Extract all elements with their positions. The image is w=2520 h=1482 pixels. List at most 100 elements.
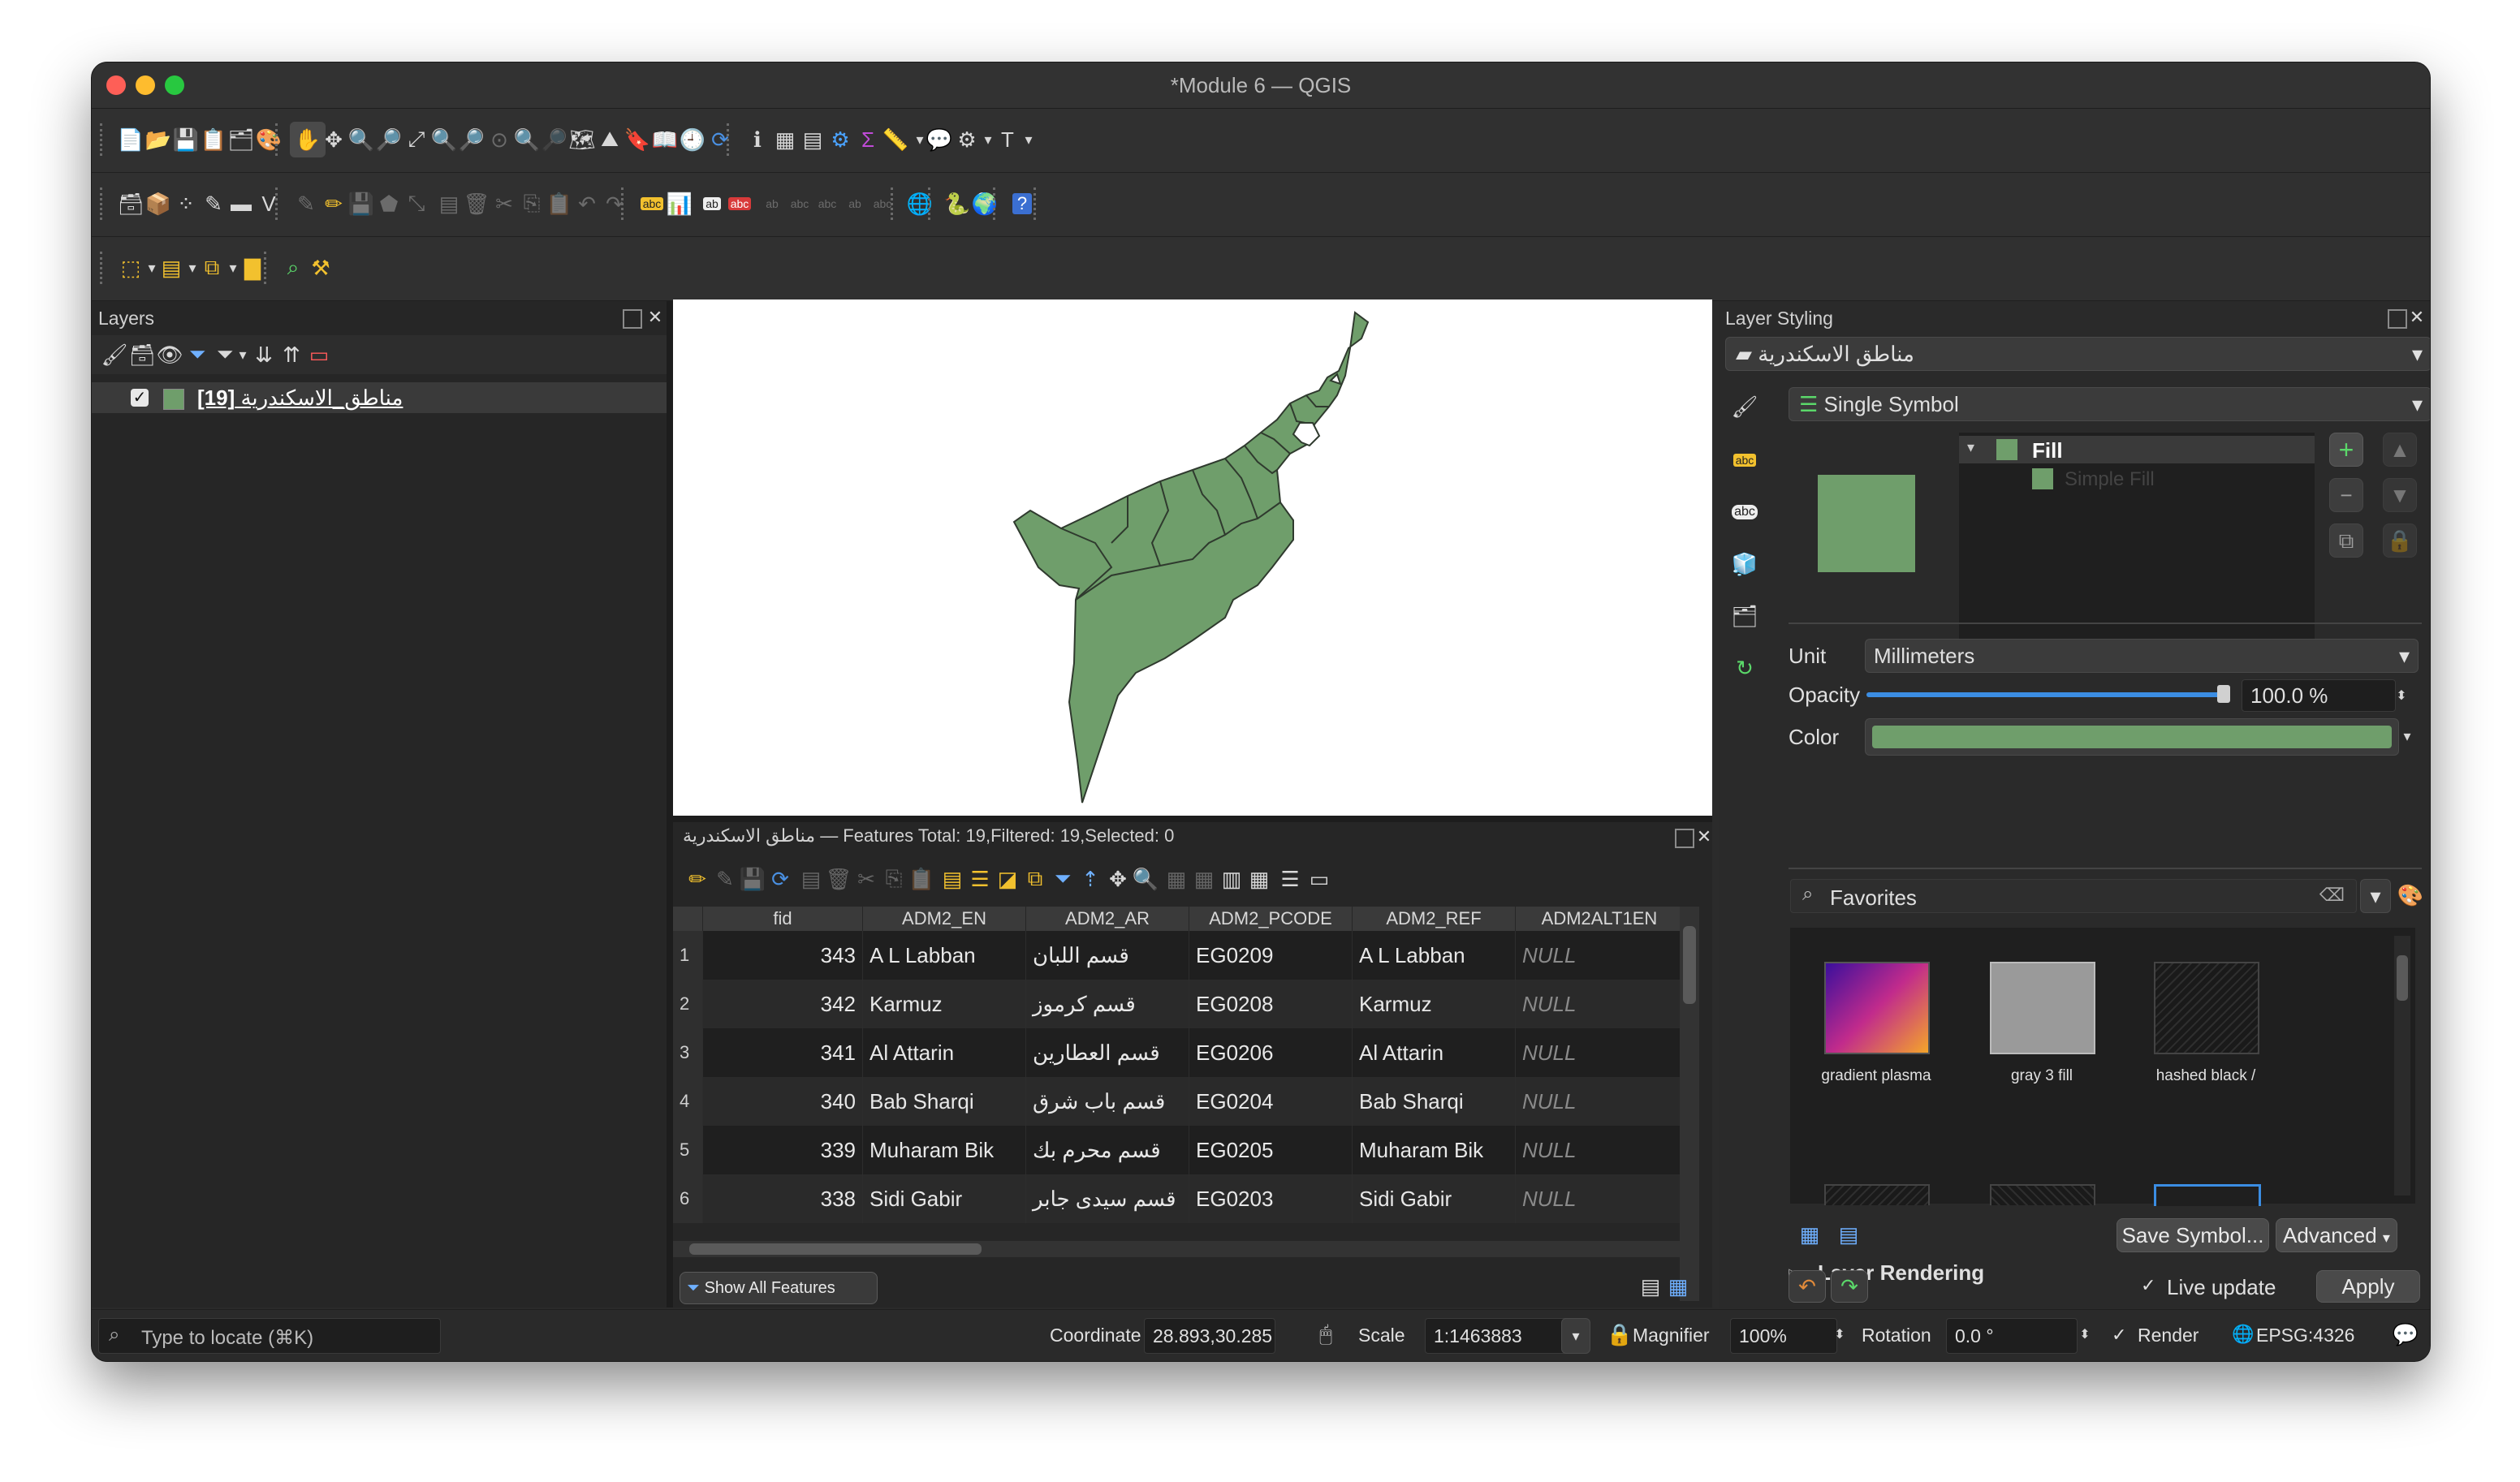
cell-adm2-pcode[interactable]: EG0204 (1189, 1077, 1353, 1126)
cell-adm2-ar[interactable]: قسم باب شرق (1025, 1077, 1189, 1126)
toolbar-grip[interactable] (275, 123, 283, 156)
row-number[interactable]: 5 (673, 1126, 703, 1174)
cell-adm2-pcode[interactable]: EG0205 (1189, 1126, 1353, 1174)
row-number[interactable]: 2 (673, 980, 703, 1028)
rotation-field[interactable]: 0.0 ° (1946, 1318, 2078, 1354)
magnifier-stepper-icon[interactable]: ⬍ (1831, 1318, 1849, 1351)
opacity-spinbox[interactable]: 100.0 % (2242, 679, 2396, 712)
chevron-down-icon[interactable]: ▾ (1967, 439, 1974, 456)
cell-fid[interactable]: 340 (702, 1077, 863, 1126)
cell-adm2-ref[interactable]: Karmuz (1352, 980, 1516, 1028)
crs-globe-icon[interactable]: 🌐 (2227, 1318, 2259, 1351)
splitter[interactable] (667, 301, 673, 1308)
messages-icon[interactable]: 💬 (2389, 1318, 2422, 1351)
reload-icon[interactable]: ⟳ (764, 863, 796, 895)
list-view-icon[interactable]: ▤ (1832, 1218, 1865, 1251)
cell-adm2-en[interactable]: Al Attarin (862, 1028, 1026, 1077)
move-down-button[interactable]: ▼ (2383, 478, 2417, 512)
conditional-formatting-icon[interactable]: ☰ (1274, 863, 1306, 895)
column-header-adm2-en[interactable]: ADM2_EN (862, 907, 1026, 931)
table-row[interactable]: 4 340 Bab Sharqi قسم باب شرق EG0204 Bab … (673, 1077, 1684, 1126)
undo-style-button[interactable]: ↶ (1789, 1270, 1826, 1303)
column-header-adm2alt1en[interactable]: ADM2ALT1EN (1515, 907, 1684, 931)
lock-color-button[interactable]: 🔒 (2383, 523, 2417, 558)
diagram-icon[interactable]: 📊 (663, 187, 696, 220)
cell-adm2-pcode[interactable]: EG0208 (1189, 980, 1353, 1028)
field-calculator-icon[interactable]: ▦ (1243, 863, 1275, 895)
save-symbol-button[interactable]: Save Symbol... (2117, 1218, 2269, 1252)
toolbar-grip[interactable] (891, 187, 898, 220)
magnifier-field[interactable]: 100% (1730, 1318, 1837, 1354)
cell-adm2alt1en[interactable]: NULL (1515, 1028, 1684, 1077)
toolbar-grip[interactable] (621, 187, 628, 220)
dock-table-icon[interactable]: ▭ (1303, 863, 1336, 895)
table-row[interactable]: 1 343 A L Labban قسم اللبان EG0209 A L L… (673, 931, 1684, 980)
table-row[interactable]: 3 341 Al Attarin قسم العطارين EG0206 Al … (673, 1028, 1684, 1077)
cell-fid[interactable]: 343 (702, 931, 863, 980)
table-view-icon[interactable]: ▦ (1662, 1270, 1694, 1303)
locator-search-input[interactable]: ⌕ Type to locate (⌘K) (98, 1318, 441, 1354)
rotation-stepper-icon[interactable]: ⬍ (2076, 1318, 2094, 1351)
dropdown-arrow-icon[interactable]: ▾ (1012, 123, 1045, 156)
clear-search-icon[interactable]: ⌫ (2319, 885, 2345, 906)
column-header-fid[interactable]: fid (702, 907, 863, 931)
layer-name[interactable]: [19] مناطق_الاسكندرية (197, 386, 403, 411)
toolbar-grip[interactable] (100, 187, 107, 220)
library-scrollbar-thumb[interactable] (2397, 955, 2408, 1001)
render-checkbox[interactable]: ✓ (2112, 1325, 2126, 1346)
cell-fid[interactable]: 338 (702, 1174, 863, 1223)
coordinate-field[interactable]: 28.893,30.285 (1144, 1318, 1275, 1354)
cell-adm2-en[interactable]: A L Labban (862, 931, 1026, 980)
style-manager-icon[interactable]: 🎨 (2394, 879, 2427, 911)
show-all-features-button[interactable]: ⏷ Show All Features (680, 1272, 878, 1304)
vertical-scrollbar-thumb[interactable] (1683, 926, 1696, 1004)
cell-adm2alt1en[interactable]: NULL (1515, 1126, 1684, 1174)
horizontal-scrollbar[interactable] (673, 1241, 1680, 1257)
color-button[interactable] (1865, 718, 2399, 756)
row-number[interactable]: 4 (673, 1077, 703, 1126)
column-header-adm2-ref[interactable]: ADM2_REF (1352, 907, 1516, 931)
layer-visibility-checkbox[interactable]: ✓ (131, 389, 149, 407)
show-unplaced-labels-icon[interactable]: abc (723, 187, 756, 220)
cell-adm2-ar[interactable]: قسم محرم بك (1025, 1126, 1189, 1174)
cell-adm2-ref[interactable]: A L Labban (1352, 931, 1516, 980)
3d-view-tab-icon[interactable]: 🧊 (1728, 548, 1761, 580)
symbol-search-input[interactable]: ⌕ Favorites ⌫ (1790, 879, 2357, 913)
cell-adm2-en[interactable]: Bab Sharqi (862, 1077, 1026, 1126)
horizontal-scrollbar-thumb[interactable] (689, 1243, 982, 1255)
layer-row[interactable]: ✓ [19] مناطق_الاسكندرية (92, 382, 667, 413)
symbology-tab-icon[interactable]: 🖌 (1728, 390, 1761, 423)
alexandria-polygons[interactable] (673, 299, 1712, 816)
vertical-scrollbar[interactable] (1680, 907, 1699, 1301)
table-row[interactable]: 6 338 Sidi Gabir قسم سيدى جابر EG0203 Si… (673, 1174, 1684, 1223)
opacity-slider[interactable] (1866, 685, 2230, 703)
layer-select-dropdown[interactable]: ▰ مناطق الاسكندرية ▾ (1725, 337, 2430, 371)
tags-dropdown[interactable]: ▾ (2360, 879, 2391, 913)
symbol-thumb-hashed-black[interactable] (2154, 962, 2259, 1054)
apply-button[interactable]: Apply (2316, 1270, 2420, 1303)
map-splitter[interactable] (673, 816, 1712, 822)
map-canvas[interactable] (673, 299, 1712, 816)
close-panel-icon[interactable]: ✕ (1688, 821, 1720, 853)
table-row[interactable]: 5 339 Muharam Bik قسم محرم بك EG0205 Muh… (673, 1126, 1684, 1174)
tree-simple-fill-row[interactable]: Simple Fill (1959, 465, 2315, 493)
cell-adm2-pcode[interactable]: EG0203 (1189, 1174, 1353, 1223)
labels-tab-icon[interactable]: abc (1728, 444, 1761, 476)
live-update-checkbox[interactable]: ✓ (2141, 1275, 2155, 1296)
row-number[interactable]: 1 (673, 931, 703, 980)
toolbar-grip[interactable] (1033, 187, 1041, 220)
cell-adm2alt1en[interactable]: NULL (1515, 980, 1684, 1028)
column-header-adm2-ar[interactable]: ADM2_AR (1025, 907, 1189, 931)
cell-adm2-en[interactable]: Sidi Gabir (862, 1174, 1026, 1223)
cell-fid[interactable]: 341 (702, 1028, 863, 1077)
symbol-thumb-gradient-plasma[interactable] (1824, 962, 1930, 1054)
toolbar-grip[interactable] (264, 252, 271, 284)
processing-model-icon[interactable]: ⚒ (304, 252, 337, 284)
cell-adm2-ar[interactable]: قسم سيدى جابر (1025, 1174, 1189, 1223)
symbol-thumb-gray-3-fill[interactable] (1990, 962, 2095, 1054)
diagram-tab-icon[interactable]: ↻ (1728, 652, 1761, 684)
add-symbol-layer-button[interactable]: + (2329, 433, 2363, 467)
duplicate-symbol-layer-button[interactable]: ⧉ (2329, 523, 2363, 558)
cell-adm2-pcode[interactable]: EG0206 (1189, 1028, 1353, 1077)
cell-adm2alt1en[interactable]: NULL (1515, 931, 1684, 980)
